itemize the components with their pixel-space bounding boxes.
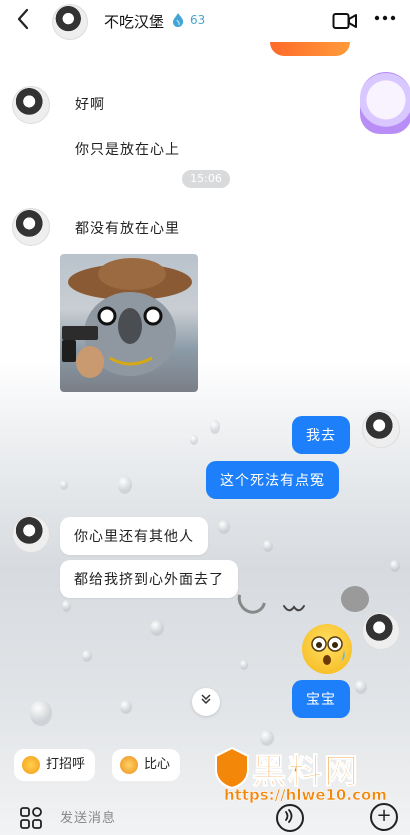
contact-avatar[interactable]: [12, 515, 50, 553]
message-bubble[interactable]: 你心里还有其他人: [60, 517, 208, 555]
panda-eye-decoration: [341, 586, 369, 612]
my-avatar[interactable]: [362, 410, 400, 448]
wave-emoji-icon: [22, 755, 40, 774]
panda-eye-decoration: [232, 579, 272, 619]
sticker-fragment: [270, 42, 350, 56]
water-drop-icon: [171, 12, 185, 28]
plus-icon[interactable]: +: [370, 803, 398, 831]
message-bubble[interactable]: 你只是放在心上: [75, 139, 180, 159]
message-bubble[interactable]: 都没有放在心里: [75, 218, 180, 238]
flushed-emoji-icon[interactable]: [302, 624, 352, 674]
contact-name[interactable]: 不吃汉堡: [104, 11, 164, 32]
quick-reply-chip[interactable]: 打招呼: [14, 749, 96, 781]
contact-avatar[interactable]: [52, 4, 88, 40]
watermark-url: https://hlwe10.com: [224, 786, 387, 805]
timestamp: 15:06: [182, 170, 230, 188]
message-bubble[interactable]: 都给我挤到心外面去了: [60, 560, 238, 598]
apps-grid-icon[interactable]: [19, 806, 43, 834]
watermark: 黑料网 https://hlwe10.com: [212, 742, 410, 805]
message-bubble[interactable]: 宝宝: [292, 680, 350, 718]
heart-hands-emoji-icon: [120, 755, 138, 774]
streak-count: 63: [190, 13, 206, 27]
contact-avatar[interactable]: [12, 208, 50, 246]
chevron-left-icon[interactable]: [16, 8, 30, 36]
message-bubble[interactable]: 好啊: [75, 94, 105, 114]
quick-reply-chip[interactable]: 比心: [112, 749, 181, 781]
video-camera-icon[interactable]: [332, 11, 358, 35]
contact-avatar[interactable]: [12, 86, 50, 124]
panda-mouth-decoration: [282, 600, 306, 621]
quick-reply-label: 比心: [144, 757, 171, 772]
scroll-down-button[interactable]: [192, 688, 220, 716]
quick-reply-label: 打招呼: [46, 757, 86, 772]
more-dots-icon[interactable]: [373, 6, 397, 36]
voice-icon[interactable]: [276, 804, 304, 832]
message-bubble[interactable]: 这个死法有点冤: [206, 461, 339, 499]
image-message[interactable]: [60, 254, 198, 392]
sticker-image[interactable]: [360, 72, 410, 134]
my-avatar[interactable]: [362, 612, 400, 650]
top-bar: 不吃汉堡 63: [0, 0, 410, 42]
message-input[interactable]: 发送消息: [60, 807, 116, 826]
message-bubble[interactable]: 我去: [292, 416, 350, 454]
